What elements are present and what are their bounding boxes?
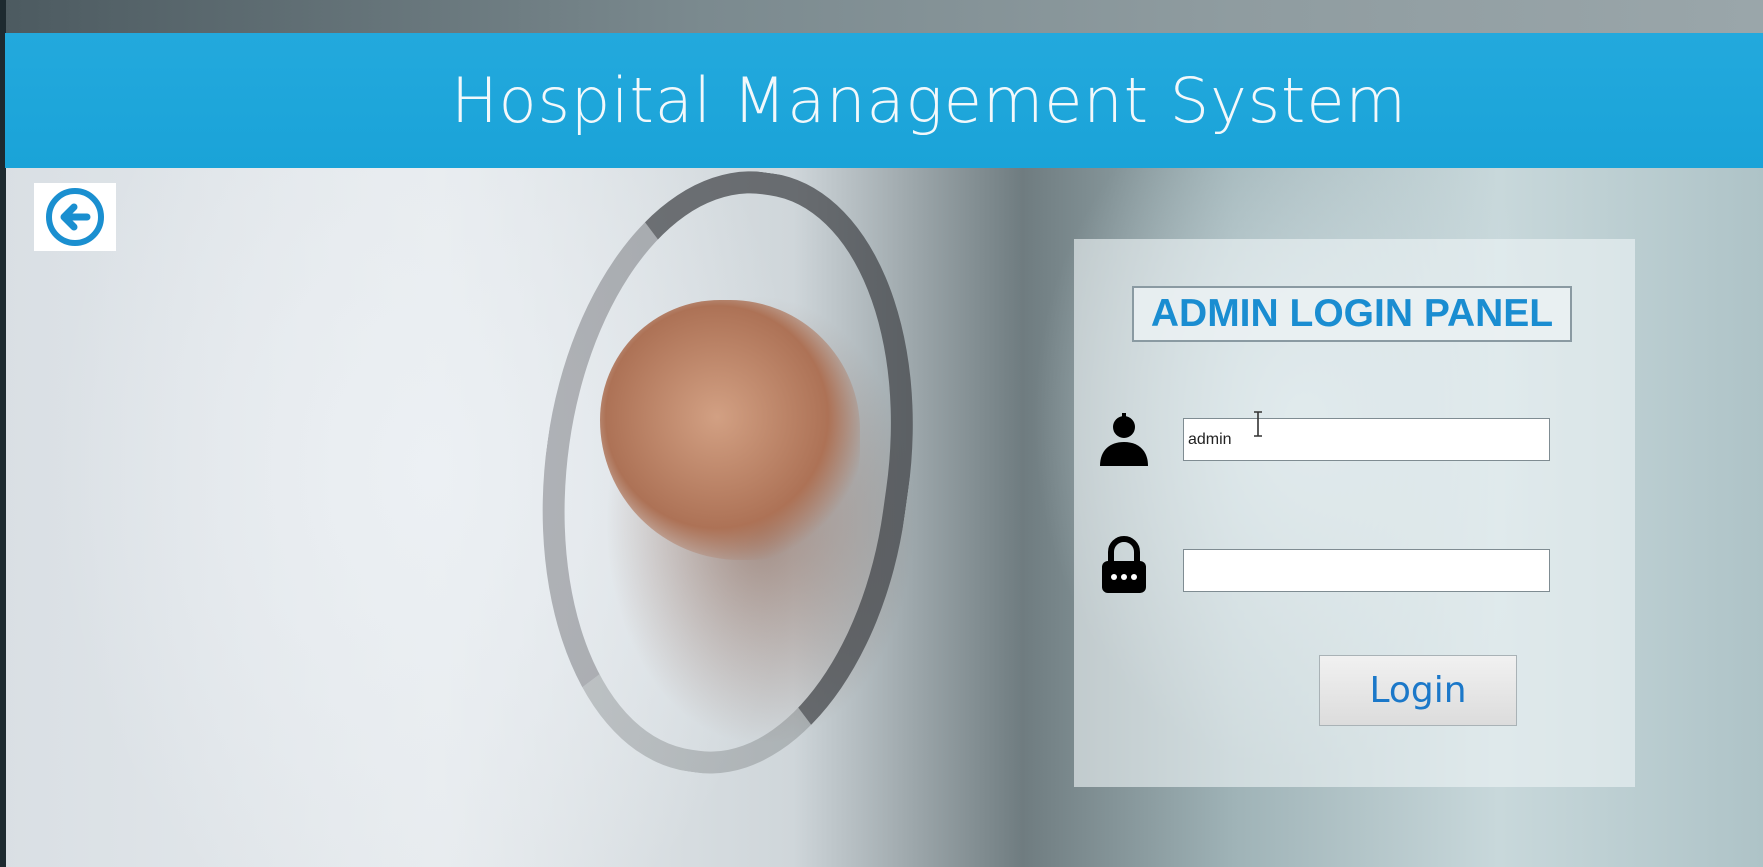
panel-title: ADMIN LOGIN PANEL: [1132, 286, 1572, 342]
password-input[interactable]: [1183, 549, 1550, 592]
lock-icon: [1102, 536, 1146, 593]
user-icon: [1100, 413, 1148, 466]
i-beam-cursor-icon: [1254, 411, 1262, 437]
page-title: Hospital Management System: [451, 64, 1407, 137]
back-button[interactable]: [34, 183, 116, 251]
background-top-strip: [0, 0, 1763, 33]
arrow-left-circle-icon: [46, 188, 104, 246]
login-panel: ADMIN LOGIN PANEL Login: [1074, 239, 1635, 787]
login-button[interactable]: Login: [1319, 655, 1517, 726]
app-window: Hospital Management System ADMIN LOGIN P…: [0, 0, 1763, 867]
username-input[interactable]: [1183, 418, 1550, 461]
header-banner: Hospital Management System: [5, 33, 1763, 168]
